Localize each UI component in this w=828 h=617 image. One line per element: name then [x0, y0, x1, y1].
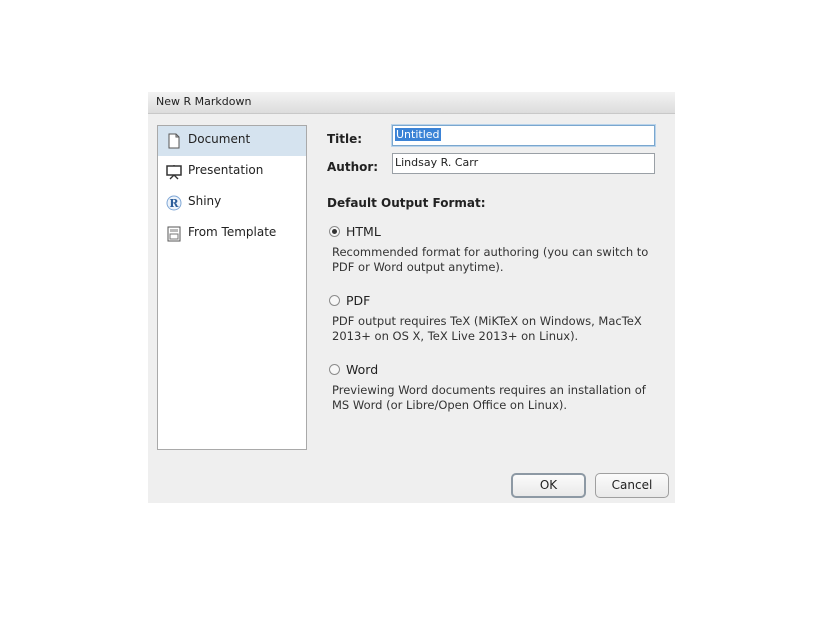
- dialog-title: New R Markdown: [156, 95, 252, 108]
- title-input-value: Untitled: [395, 128, 441, 141]
- author-input[interactable]: Lindsay R. Carr: [392, 153, 655, 174]
- sidebar-item-label: Shiny: [188, 194, 222, 208]
- title-label: Title:: [327, 132, 363, 146]
- document-icon: [168, 133, 180, 149]
- word-radio-label[interactable]: Word: [346, 362, 378, 377]
- sidebar-item-label: Presentation: [188, 163, 264, 177]
- html-radio-label[interactable]: HTML: [346, 224, 381, 239]
- presentation-icon: [166, 165, 182, 180]
- sidebar-item-label: From Template: [188, 225, 277, 239]
- sidebar-item-document[interactable]: Document: [158, 126, 306, 156]
- pdf-radio-label[interactable]: PDF: [346, 293, 370, 308]
- pdf-radio[interactable]: [329, 295, 340, 306]
- output-format-heading: Default Output Format:: [327, 196, 486, 210]
- svg-text:R: R: [169, 197, 179, 210]
- cancel-button[interactable]: Cancel: [595, 473, 669, 498]
- template-icon: [167, 226, 181, 242]
- pdf-description: PDF output requires TeX (MiKTeX on Windo…: [332, 314, 642, 343]
- ok-button[interactable]: OK: [511, 473, 586, 498]
- format-type-sidebar: Document Presentation R Shiny From Templ…: [157, 125, 307, 450]
- word-radio[interactable]: [329, 364, 340, 375]
- word-description: Previewing Word documents requires an in…: [332, 383, 646, 412]
- sidebar-item-from-template[interactable]: From Template: [158, 219, 306, 249]
- author-input-value: Lindsay R. Carr: [395, 156, 479, 169]
- sidebar-item-presentation[interactable]: Presentation: [158, 157, 306, 187]
- sidebar-item-shiny[interactable]: R Shiny: [158, 188, 306, 218]
- dialog-titlebar[interactable]: New R Markdown: [148, 92, 675, 114]
- shiny-r-icon: R: [166, 195, 182, 211]
- author-label: Author:: [327, 160, 379, 174]
- html-radio[interactable]: [329, 226, 340, 237]
- html-description: Recommended format for authoring (you ca…: [332, 245, 649, 274]
- sidebar-item-label: Document: [188, 132, 251, 146]
- new-r-markdown-dialog: New R Markdown Document Presentation R S…: [148, 92, 675, 503]
- title-input[interactable]: Untitled: [392, 125, 655, 146]
